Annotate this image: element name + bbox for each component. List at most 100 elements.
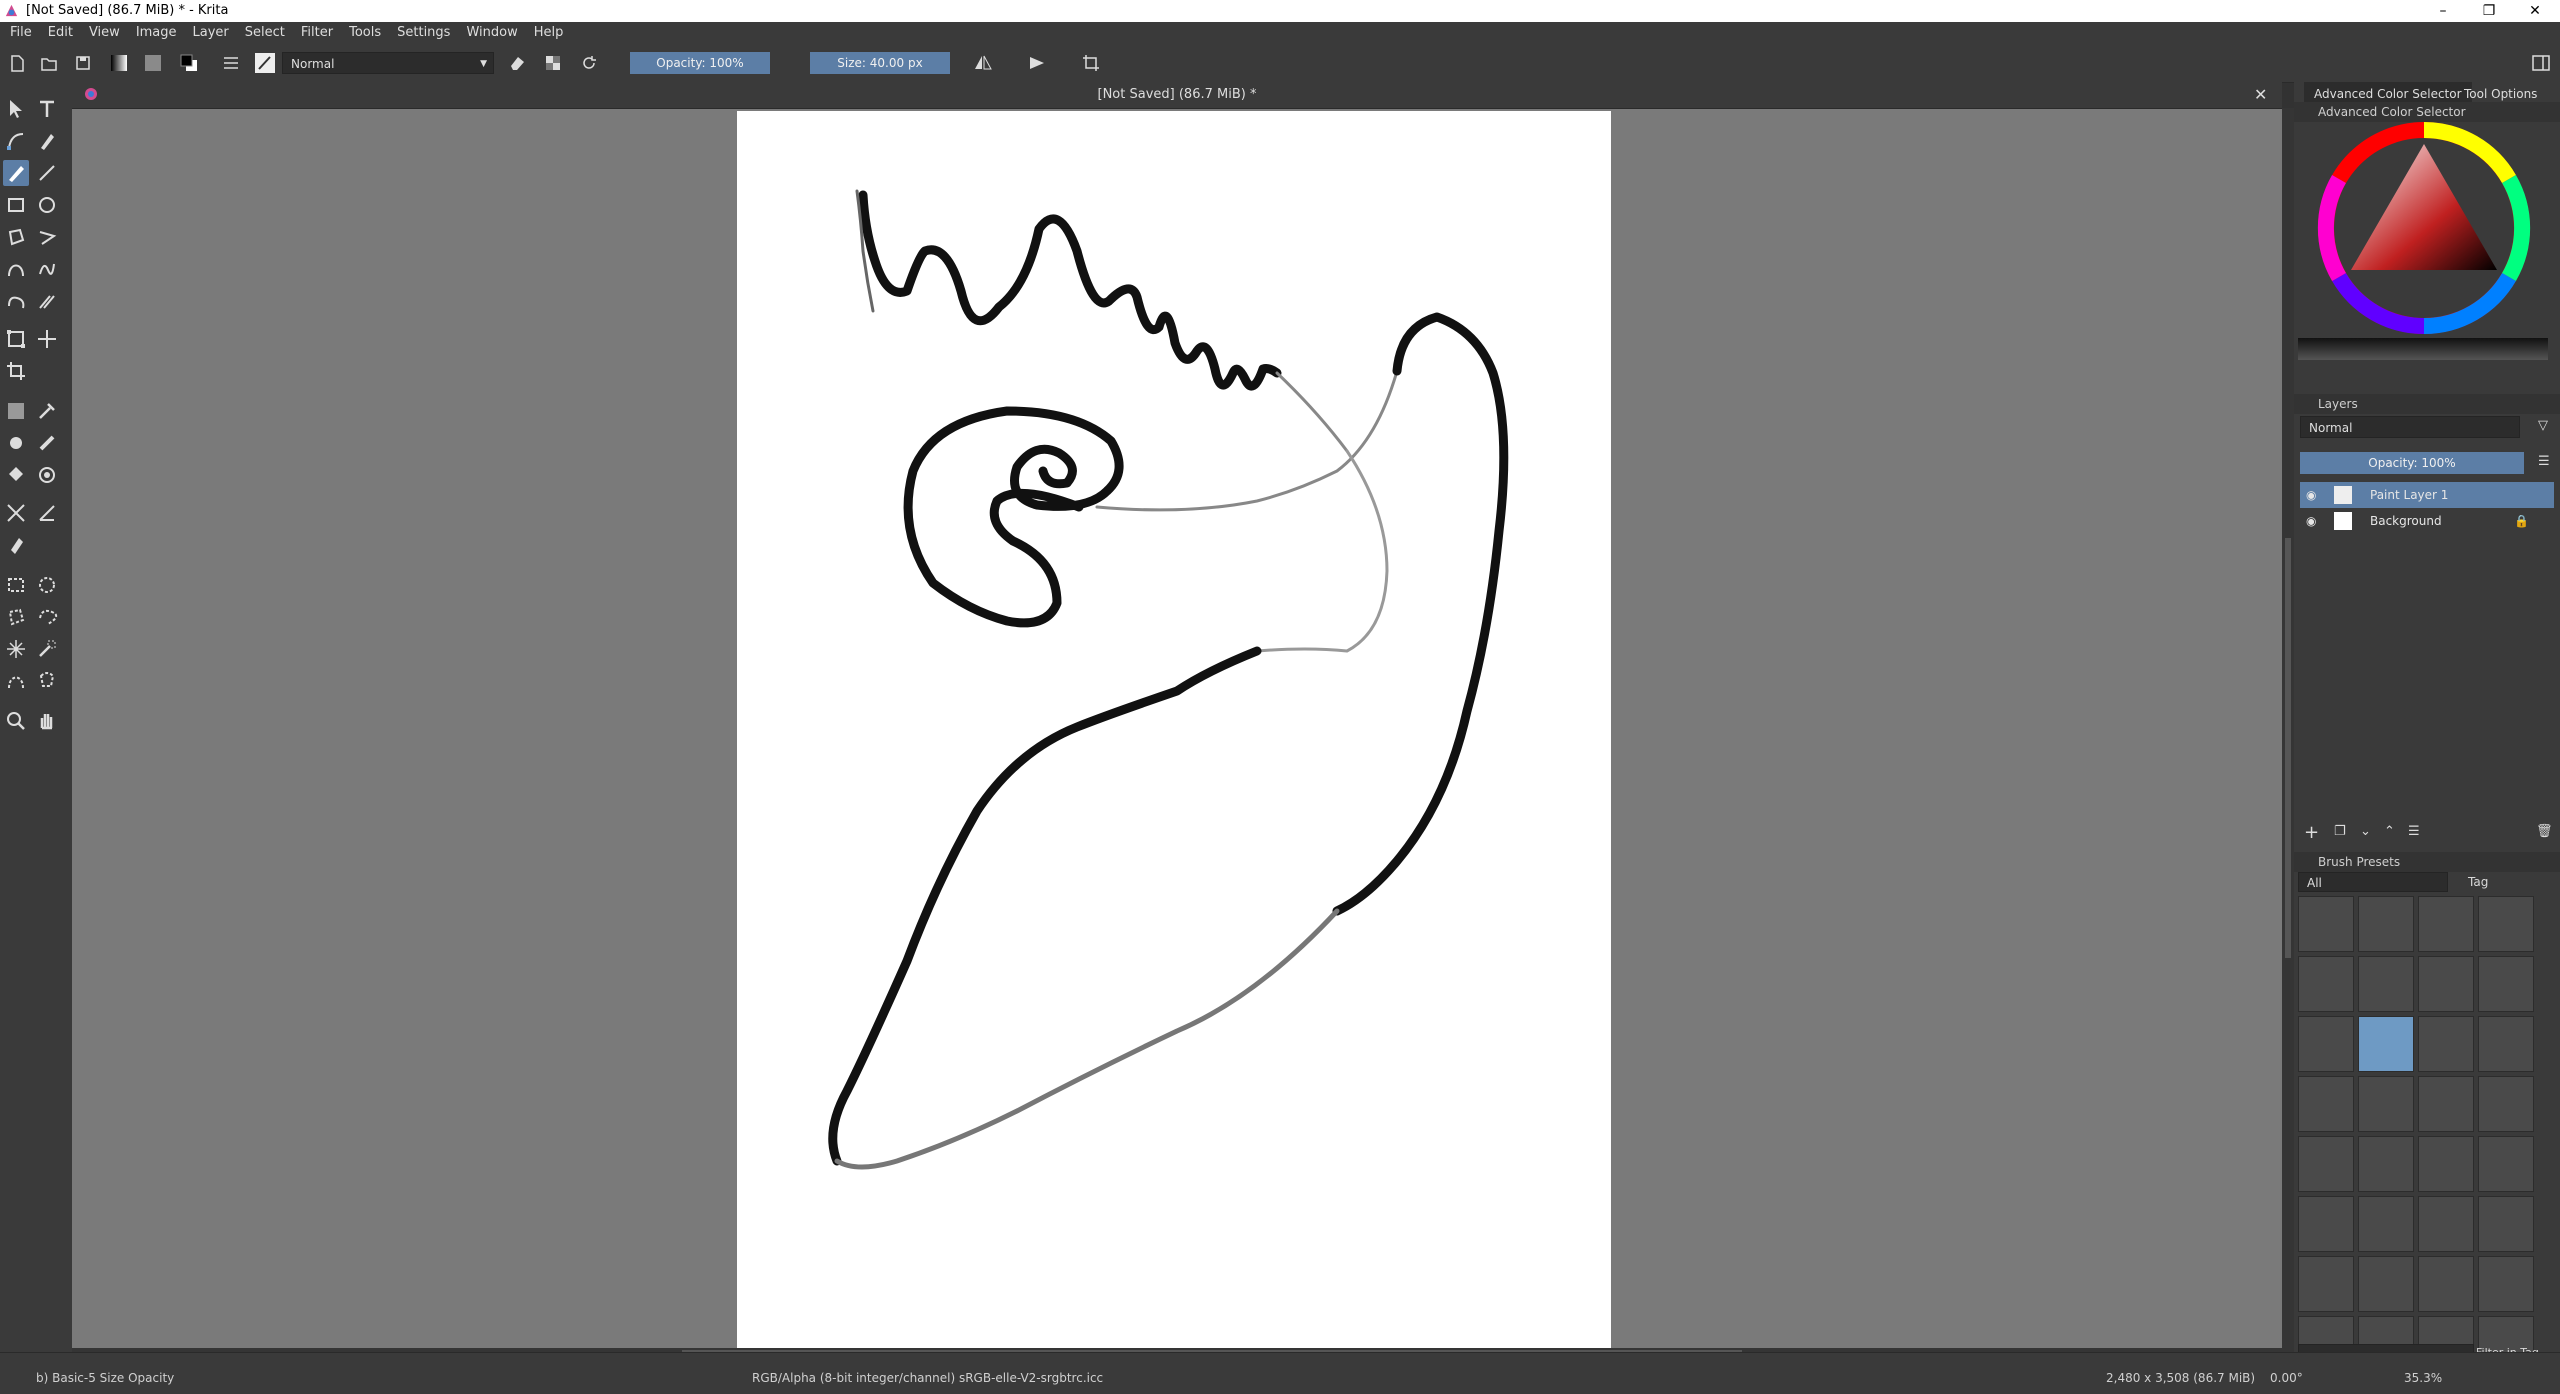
bezier-curve-tool-icon[interactable]	[3, 256, 29, 282]
brush-preset[interactable]	[2418, 1136, 2474, 1192]
move-layer-up-icon[interactable]: ⌃	[2384, 824, 2395, 839]
crop-tool-icon[interactable]	[3, 358, 29, 384]
calligraphy-tool-icon[interactable]	[34, 128, 60, 154]
menu-layer[interactable]: Layer	[185, 22, 237, 44]
freehand-brush-tool-icon[interactable]	[3, 160, 29, 186]
rectangular-selection-tool-icon[interactable]	[3, 572, 29, 598]
brush-preset[interactable]	[2358, 956, 2414, 1012]
layer-properties-icon[interactable]: ☰	[2408, 824, 2420, 839]
menu-window[interactable]: Window	[458, 22, 525, 44]
close-document-icon[interactable]: ✕	[2254, 85, 2267, 104]
tag-button[interactable]: Tag	[2468, 875, 2488, 889]
assistant-tool-icon[interactable]	[3, 500, 29, 526]
brush-preset[interactable]	[2478, 1136, 2534, 1192]
bezier-selection-tool-icon[interactable]	[3, 668, 29, 694]
layer-menu-icon[interactable]: ☰	[2538, 454, 2550, 469]
multibrush-tool-icon[interactable]	[34, 288, 60, 314]
edit-shapes-tool-icon[interactable]	[3, 128, 29, 154]
magnetic-selection-tool-icon[interactable]	[34, 668, 60, 694]
select-shapes-tool-icon[interactable]	[3, 96, 29, 122]
elliptical-selection-tool-icon[interactable]	[34, 572, 60, 598]
transform-tool-icon[interactable]	[3, 326, 29, 352]
status-rotation[interactable]: 0.00°	[2270, 1371, 2303, 1385]
brush-preset[interactable]	[2478, 956, 2534, 1012]
brush-preset[interactable]	[2418, 1256, 2474, 1312]
wrap-around-icon[interactable]	[1080, 52, 1102, 74]
color-picker-tool-icon[interactable]	[34, 398, 60, 424]
brush-preset[interactable]	[2298, 1076, 2354, 1132]
brush-preset[interactable]	[2358, 1076, 2414, 1132]
layer-row-background[interactable]: ◉ Background 🔒	[2300, 508, 2554, 534]
close-window-button[interactable]: ✕	[2512, 0, 2558, 22]
filter-icon[interactable]: ▽	[2538, 418, 2548, 433]
visibility-eye-icon[interactable]: ◉	[2306, 482, 2316, 508]
brush-preset[interactable]	[2298, 1256, 2354, 1312]
move-tool-icon[interactable]	[34, 326, 60, 352]
contiguous-selection-tool-icon[interactable]	[3, 636, 29, 662]
line-tool-icon[interactable]	[34, 160, 60, 186]
maximize-button[interactable]: ❐	[2466, 0, 2512, 22]
brush-settings-icon[interactable]	[220, 52, 242, 74]
polygonal-selection-tool-icon[interactable]	[3, 604, 29, 630]
gradient-swatch-icon[interactable]	[108, 52, 130, 74]
layer-row-paint-layer-1[interactable]: ◉ Paint Layer 1	[2300, 482, 2554, 508]
menu-select[interactable]: Select	[237, 22, 293, 44]
ellipse-tool-icon[interactable]	[34, 192, 60, 218]
brush-preset[interactable]	[2298, 1016, 2354, 1072]
brush-preset[interactable]	[2298, 896, 2354, 952]
polyline-tool-icon[interactable]	[34, 224, 60, 250]
brush-preset[interactable]	[2478, 896, 2534, 952]
brush-preset[interactable]	[2358, 1196, 2414, 1252]
brush-preset[interactable]	[2298, 1196, 2354, 1252]
pan-tool-icon[interactable]	[34, 708, 60, 734]
paper-canvas[interactable]	[737, 111, 1611, 1348]
brush-preset[interactable]	[2418, 1196, 2474, 1252]
measure-tool-icon[interactable]	[34, 500, 60, 526]
layer-opacity-slider[interactable]: Opacity: 100%	[2300, 452, 2524, 474]
rectangle-tool-icon[interactable]	[3, 192, 29, 218]
brush-tag-select[interactable]: All	[2298, 872, 2448, 892]
vertical-scrollbar[interactable]	[2282, 108, 2294, 1352]
brush-preset[interactable]	[2418, 896, 2474, 952]
brush-preset[interactable]	[2478, 1016, 2534, 1072]
color-history-strip[interactable]	[2298, 338, 2548, 360]
layer-blend-mode-select[interactable]: Normal	[2300, 416, 2520, 438]
brush-preset[interactable]	[2298, 956, 2354, 1012]
brush-preset[interactable]	[2358, 1256, 2414, 1312]
brush-preset[interactable]	[2418, 1016, 2474, 1072]
menu-filter[interactable]: Filter	[293, 22, 341, 44]
lock-icon[interactable]: 🔒	[2514, 508, 2529, 534]
blend-mode-select[interactable]: Normal ▼	[282, 52, 494, 74]
colorize-mask-tool-icon[interactable]	[3, 430, 29, 456]
menu-settings[interactable]: Settings	[389, 22, 458, 44]
layer-name[interactable]: Background	[2370, 508, 2442, 534]
workspace-icon[interactable]	[2530, 52, 2552, 74]
menu-file[interactable]: File	[0, 22, 40, 44]
dynamic-brush-tool-icon[interactable]	[3, 288, 29, 314]
gradient-tool-icon[interactable]	[3, 398, 29, 424]
delete-layer-icon[interactable]: 🗑	[2536, 824, 2553, 839]
preserve-alpha-icon[interactable]	[542, 52, 564, 74]
enclose-fill-tool-icon[interactable]	[34, 462, 60, 488]
brush-preset-selected[interactable]	[2358, 1016, 2414, 1072]
opacity-slider[interactable]: Opacity: 100%	[630, 52, 770, 74]
brush-preset[interactable]	[2358, 896, 2414, 952]
menu-help[interactable]: Help	[526, 22, 572, 44]
menu-edit[interactable]: Edit	[40, 22, 81, 44]
brush-size-slider[interactable]: Size: 40.00 px	[810, 52, 950, 74]
layer-name[interactable]: Paint Layer 1	[2370, 482, 2448, 508]
fill-tool-icon[interactable]	[3, 462, 29, 488]
reference-images-tool-icon[interactable]	[3, 532, 29, 558]
brush-preset[interactable]	[2478, 1076, 2534, 1132]
smart-patch-tool-icon[interactable]	[34, 430, 60, 456]
status-zoom[interactable]: 35.3%	[2404, 1371, 2442, 1385]
document-tab[interactable]: [Not Saved] (86.7 MiB) * ✕	[72, 82, 2282, 109]
mirror-vertical-icon[interactable]	[1026, 52, 1048, 74]
brush-preset-icon[interactable]	[254, 52, 276, 74]
move-layer-down-icon[interactable]: ⌄	[2360, 824, 2371, 839]
pattern-swatch-icon[interactable]	[142, 52, 164, 74]
brush-preset[interactable]	[2358, 1136, 2414, 1192]
mirror-horizontal-icon[interactable]	[972, 52, 994, 74]
duplicate-layer-icon[interactable]: ❐	[2334, 824, 2346, 839]
menu-view[interactable]: View	[81, 22, 128, 44]
